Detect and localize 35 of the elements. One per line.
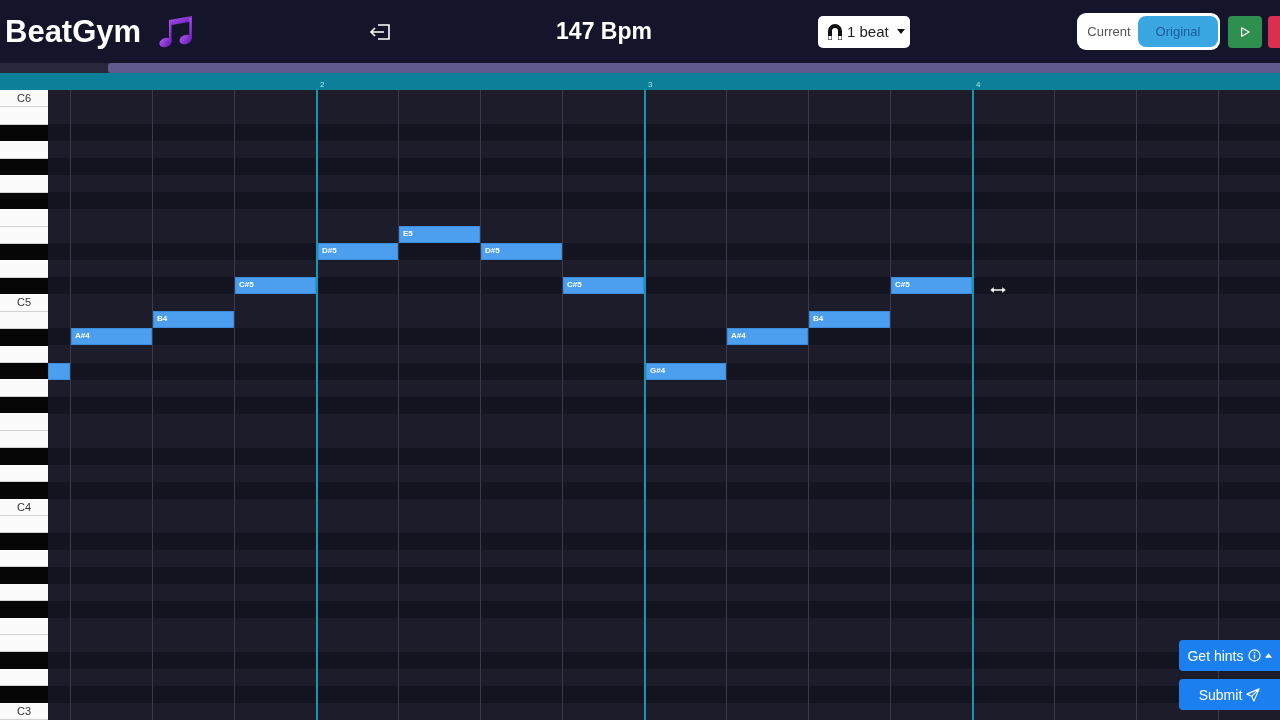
caret-down-icon [896, 29, 905, 34]
tempo-text: 147 Bpm [555, 18, 653, 45]
play-button[interactable] [1228, 15, 1262, 48]
note-block[interactable]: C#5 [891, 277, 972, 295]
bar-number: 2 [320, 80, 325, 90]
exit-button[interactable] [368, 21, 392, 42]
piano-key[interactable]: C5 [0, 294, 48, 312]
resize-cursor-icon [989, 286, 1007, 294]
note-block[interactable]: C#5 [235, 277, 316, 295]
app-logo-text: BeatGym [5, 13, 143, 50]
note-block[interactable]: B4 [809, 311, 890, 329]
note-block[interactable]: E5 [399, 226, 480, 244]
bar-number: 4 [976, 80, 981, 90]
partial-button[interactable] [1268, 15, 1280, 48]
note-block[interactable]: D#5 [481, 243, 562, 261]
view-toggle-option[interactable]: Original [1138, 16, 1218, 47]
magnet-icon [827, 22, 843, 41]
piano-key[interactable] [0, 363, 48, 380]
note-block[interactable]: D#5 [318, 243, 398, 261]
note-block[interactable]: A#4 [727, 328, 808, 346]
piano-key[interactable] [0, 635, 48, 653]
note-block[interactable]: C#5 [563, 277, 644, 295]
note-block[interactable]: B4 [153, 311, 234, 329]
send-icon [1246, 687, 1261, 702]
action-button[interactable]: Get hints [1179, 640, 1280, 671]
note-block[interactable]: A#4 [71, 328, 152, 346]
box-arrow-left-icon [368, 21, 392, 42]
bar-number: 3 [648, 80, 653, 90]
music-note-icon [158, 14, 194, 49]
play-icon [1240, 26, 1250, 37]
info-icon [1247, 649, 1261, 662]
view-toggle-option[interactable]: Current [1080, 16, 1138, 47]
snap-dropdown[interactable]: 1 beat [818, 15, 910, 48]
piano-key[interactable]: C6 [0, 90, 48, 108]
action-button[interactable]: Submit [1179, 679, 1280, 710]
